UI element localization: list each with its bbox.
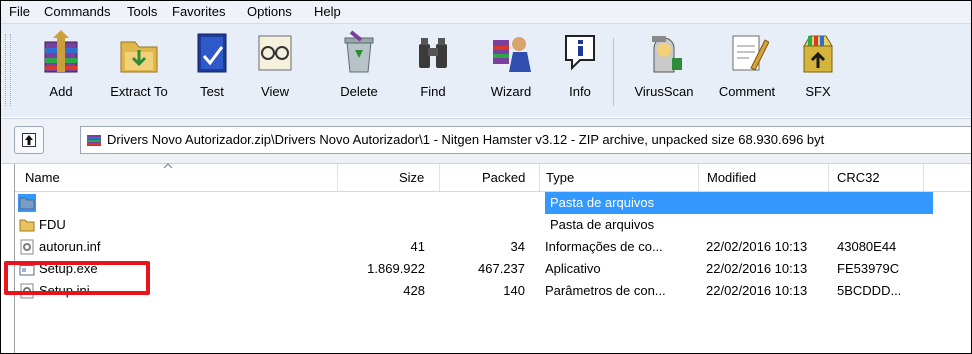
column-divider[interactable] — [439, 164, 440, 191]
column-packed[interactable]: Packed — [482, 170, 525, 185]
file-packed: 467.237 — [478, 261, 525, 276]
sfx-label: SFX — [805, 84, 831, 99]
file-name: .. — [39, 195, 47, 210]
file-size: 1.869.922 — [367, 261, 425, 276]
file-modified: 22/02/2016 10:13 — [706, 239, 808, 254]
folder-icon — [19, 219, 35, 232]
column-modified[interactable]: Modified — [707, 170, 756, 185]
column-divider[interactable] — [539, 164, 540, 191]
file-crc: 43080E44 — [837, 239, 897, 254]
view-button[interactable]: View — [247, 28, 303, 112]
column-divider[interactable] — [698, 164, 699, 191]
menu-help[interactable]: Help — [314, 4, 341, 19]
view-label: View — [261, 84, 289, 99]
info-button[interactable]: Info — [553, 28, 607, 112]
test-label: Test — [200, 84, 224, 99]
virusscan-icon — [652, 36, 682, 73]
column-divider[interactable] — [923, 164, 924, 191]
extract-folder-icon — [120, 41, 158, 73]
menu-bar: File Commands Tools Favorites Options He… — [1, 1, 971, 24]
list-item-setup-exe[interactable]: Setup.exe 1.869.922 467.237 Aplicativo 2… — [15, 258, 971, 280]
file-packed: 140 — [503, 283, 525, 298]
file-list[interactable]: Name Size Packed Type Modified CRC32 .. … — [14, 163, 971, 353]
sort-ascending-icon — [163, 163, 173, 169]
settings-file-icon — [20, 239, 34, 255]
file-modified: 22/02/2016 10:13 — [706, 283, 808, 298]
view-glasses-icon — [258, 35, 292, 71]
add-archive-icon — [44, 30, 78, 73]
menu-commands[interactable]: Commands — [44, 4, 110, 19]
comment-label: Comment — [718, 84, 776, 99]
up-arrow-icon — [22, 133, 36, 147]
menu-tools[interactable]: Tools — [127, 4, 157, 19]
delete-button[interactable]: Delete — [331, 28, 387, 112]
file-type: Pasta de arquivos — [550, 195, 655, 210]
sfx-archive-icon — [803, 35, 833, 73]
info-label: Info — [569, 84, 591, 99]
extract-to-button[interactable]: Extract To — [101, 28, 177, 112]
wizard-label: Wizard — [490, 84, 532, 99]
virusscan-label: VirusScan — [634, 84, 694, 99]
delete-recycle-icon — [344, 30, 374, 73]
file-crc: FE53979C — [837, 261, 900, 276]
column-divider[interactable] — [828, 164, 829, 191]
address-path-field[interactable]: Drivers Novo Autorizador.zip\Drivers Nov… — [80, 126, 971, 154]
comment-button[interactable]: Comment — [712, 28, 782, 112]
column-header-row: Name Size Packed Type Modified CRC32 — [15, 163, 971, 192]
menu-file[interactable]: File — [9, 4, 30, 19]
list-item-setup-ini[interactable]: Setup.ini 428 140 Parâmetros de con... 2… — [15, 280, 971, 302]
toolbar-separator — [613, 38, 614, 106]
extract-to-label: Extract To — [110, 84, 168, 99]
column-type[interactable]: Type — [546, 170, 574, 185]
list-item-fdu[interactable]: FDU Pasta de arquivos — [15, 214, 971, 236]
menu-options[interactable]: Options — [247, 4, 292, 19]
add-label: Add — [49, 84, 73, 99]
column-crc32[interactable]: CRC32 — [837, 170, 880, 185]
menu-favorites[interactable]: Favorites — [172, 4, 225, 19]
wizard-icon — [493, 37, 531, 72]
toolbar-grip[interactable] — [5, 34, 11, 106]
find-label: Find — [420, 84, 446, 99]
find-button[interactable]: Find — [405, 28, 461, 112]
address-bar: Drivers Novo Autorizador.zip\Drivers Nov… — [1, 118, 971, 164]
column-size[interactable]: Size — [399, 170, 424, 185]
sfx-button[interactable]: SFX — [790, 28, 846, 112]
test-button[interactable]: Test — [185, 28, 239, 112]
file-name: FDU — [39, 217, 66, 232]
file-type: Aplicativo — [545, 261, 601, 276]
file-name: autorun.inf — [39, 239, 101, 254]
add-button[interactable]: Add — [31, 28, 91, 112]
file-type: Informações de co... — [545, 239, 663, 254]
up-one-level-button[interactable] — [14, 126, 44, 154]
wizard-button[interactable]: Wizard — [479, 28, 543, 112]
delete-label: Delete — [340, 84, 378, 99]
file-type: Parâmetros de con... — [545, 283, 666, 298]
winrar-window: File Commands Tools Favorites Options He… — [0, 0, 972, 354]
file-crc: 5BCDDD... — [837, 283, 902, 298]
archive-icon — [87, 135, 101, 146]
find-binoculars-icon — [419, 38, 447, 68]
comment-icon — [732, 35, 769, 71]
folder-icon — [19, 197, 35, 210]
address-path-text: Drivers Novo Autorizador.zip\Drivers Nov… — [107, 132, 825, 147]
file-type: Pasta de arquivos — [550, 217, 655, 232]
column-name[interactable]: Name — [25, 170, 60, 185]
annotation-highlight-box — [4, 261, 150, 295]
toolbar: Add Extract To Test View Delete Find Wiz… — [1, 24, 971, 117]
virusscan-button[interactable]: VirusScan — [626, 28, 702, 112]
file-modified: 22/02/2016 10:13 — [706, 261, 808, 276]
list-item-autorun-inf[interactable]: autorun.inf 41 34 Informações de co... 2… — [15, 236, 971, 258]
file-size: 428 — [403, 283, 425, 298]
file-packed: 34 — [510, 239, 525, 254]
file-size: 41 — [410, 239, 425, 254]
test-book-icon — [197, 33, 227, 73]
list-item-parent-folder[interactable]: .. Pasta de arquivos — [15, 192, 971, 214]
column-divider[interactable] — [337, 164, 338, 191]
info-icon — [565, 35, 595, 71]
